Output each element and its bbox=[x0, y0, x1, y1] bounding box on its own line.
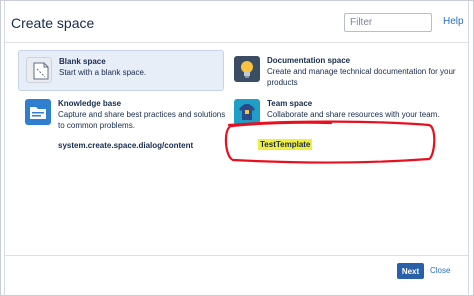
space-option-knowledge-base-description: Capture and share best practices and sol… bbox=[58, 110, 226, 130]
lightbulb-icon bbox=[234, 56, 260, 82]
space-option-knowledge-base-name: Knowledge base bbox=[58, 99, 122, 108]
dialog-title: Create space bbox=[11, 15, 95, 31]
footer-divider bbox=[5, 255, 468, 256]
space-option-blank-name: Blank space bbox=[59, 57, 106, 66]
plugin-content-label[interactable]: system.create.space.dialog/content bbox=[58, 141, 193, 150]
filter-input[interactable] bbox=[344, 13, 432, 32]
space-option-blank[interactable]: Blank space Start with a blank space. bbox=[18, 50, 224, 91]
folder-icon bbox=[25, 99, 51, 125]
help-link[interactable]: Help bbox=[443, 16, 464, 27]
space-option-documentation-name: Documentation space bbox=[267, 56, 351, 65]
space-option-blank-description: Start with a blank space. bbox=[59, 68, 147, 77]
create-space-dialog: Create space Help Blank space Start with… bbox=[0, 0, 474, 296]
space-option-documentation-description: Create and manage technical documentatio… bbox=[267, 67, 456, 87]
dialog-right-border bbox=[468, 1, 469, 296]
blank-page-icon bbox=[26, 57, 52, 83]
header-divider bbox=[5, 42, 468, 43]
space-option-team-name: Team space bbox=[267, 99, 313, 108]
dialog-left-border bbox=[4, 1, 5, 296]
team-shirt-icon bbox=[234, 99, 260, 125]
close-link[interactable]: Close bbox=[430, 266, 450, 275]
space-option-team[interactable]: Team space Collaborate and share resourc… bbox=[227, 93, 457, 135]
space-option-documentation[interactable]: Documentation space Create and manage te… bbox=[227, 50, 457, 91]
next-button[interactable]: Next bbox=[397, 263, 424, 279]
space-option-knowledge-base[interactable]: Knowledge base Capture and share best pr… bbox=[18, 93, 225, 135]
test-template-option[interactable]: TestTemplate bbox=[258, 139, 313, 150]
space-option-team-description: Collaborate and share resources with you… bbox=[267, 110, 440, 119]
